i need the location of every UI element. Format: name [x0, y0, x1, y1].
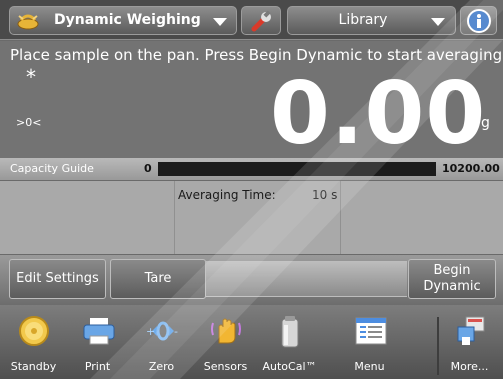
- application-mode-label: Dynamic Weighing: [54, 12, 201, 28]
- print-icon: [83, 318, 115, 345]
- weight-display: Place sample on the pan. Press Begin Dyn…: [0, 41, 503, 164]
- bottom-navigation: Standby Print + - Zero Sensors AutoCal™ …: [0, 305, 503, 379]
- nav-zero[interactable]: + - Zero: [130, 305, 193, 379]
- chevron-down-icon: [431, 18, 445, 26]
- nav-menu-label: Menu: [354, 360, 385, 373]
- action-button-row: Edit Settings Tare Begin Dynamic: [0, 255, 503, 305]
- sensors-icon: [211, 318, 241, 344]
- nav-print[interactable]: Print: [66, 305, 129, 379]
- library-dropdown[interactable]: Library: [287, 6, 456, 35]
- capacity-guide: Capacity Guide 0 10200.00: [0, 158, 503, 180]
- info-cell-right: [342, 181, 503, 254]
- zero-icon: + -: [146, 321, 178, 341]
- empty-button-slot: [206, 261, 407, 297]
- nav-more-label: More...: [450, 360, 489, 373]
- instruction-text: Place sample on the pan. Press Begin Dyn…: [10, 46, 503, 64]
- more-icon: [457, 316, 485, 345]
- averaging-time-value: 10 s: [312, 188, 338, 202]
- tare-button[interactable]: Tare: [110, 259, 206, 299]
- weight-unit[interactable]: g: [481, 115, 490, 131]
- info-cell-left: [0, 181, 175, 254]
- nav-autocal-label: AutoCal™: [262, 360, 317, 373]
- settings-button[interactable]: [241, 6, 281, 35]
- nav-more[interactable]: More...: [438, 305, 501, 379]
- stability-indicator: *: [26, 65, 36, 89]
- nav-menu[interactable]: Menu: [338, 305, 401, 379]
- top-bar: Dynamic Weighing Library: [0, 0, 503, 40]
- nav-standby[interactable]: Standby: [2, 305, 65, 379]
- zero-indicator: >0<: [16, 116, 42, 129]
- svg-text:-: -: [174, 325, 178, 338]
- wrench-icon: [251, 10, 271, 32]
- begin-dynamic-button[interactable]: Begin Dynamic: [408, 259, 496, 299]
- nav-standby-label: Standby: [10, 360, 57, 373]
- begin-dynamic-label-line1: Begin: [433, 263, 471, 278]
- nav-sensors[interactable]: Sensors: [194, 305, 257, 379]
- library-label: Library: [338, 12, 388, 28]
- balance-screen: Dynamic Weighing Library Place sample on…: [0, 0, 503, 379]
- capacity-max: 10200.00: [442, 162, 500, 175]
- info-cell-averaging: Averaging Time: 10 s: [176, 181, 341, 254]
- menu-icon: [355, 317, 387, 345]
- application-mode-dropdown[interactable]: Dynamic Weighing: [9, 6, 237, 35]
- standby-icon: [19, 316, 49, 346]
- edit-settings-button[interactable]: Edit Settings: [9, 259, 106, 299]
- capacity-bar: [158, 162, 436, 176]
- begin-dynamic-label-line2: Dynamic: [423, 279, 481, 294]
- svg-text:+: +: [146, 325, 155, 338]
- nav-print-label: Print: [84, 360, 111, 373]
- capacity-guide-label: Capacity Guide: [10, 162, 94, 175]
- averaging-time-label: Averaging Time:: [178, 188, 276, 202]
- chevron-down-icon: [213, 18, 227, 26]
- capacity-min: 0: [144, 162, 152, 175]
- weight-value: 0.00: [270, 64, 487, 164]
- info-button[interactable]: [460, 6, 497, 35]
- nav-zero-label: Zero: [148, 360, 175, 373]
- info-icon: [467, 9, 491, 33]
- dynamic-weighing-icon: [17, 14, 39, 30]
- reference-info-grid: Averaging Time: 10 s: [0, 181, 503, 254]
- autocal-icon: [281, 316, 299, 348]
- nav-autocal[interactable]: AutoCal™: [258, 305, 321, 379]
- nav-sensors-label: Sensors: [203, 360, 248, 373]
